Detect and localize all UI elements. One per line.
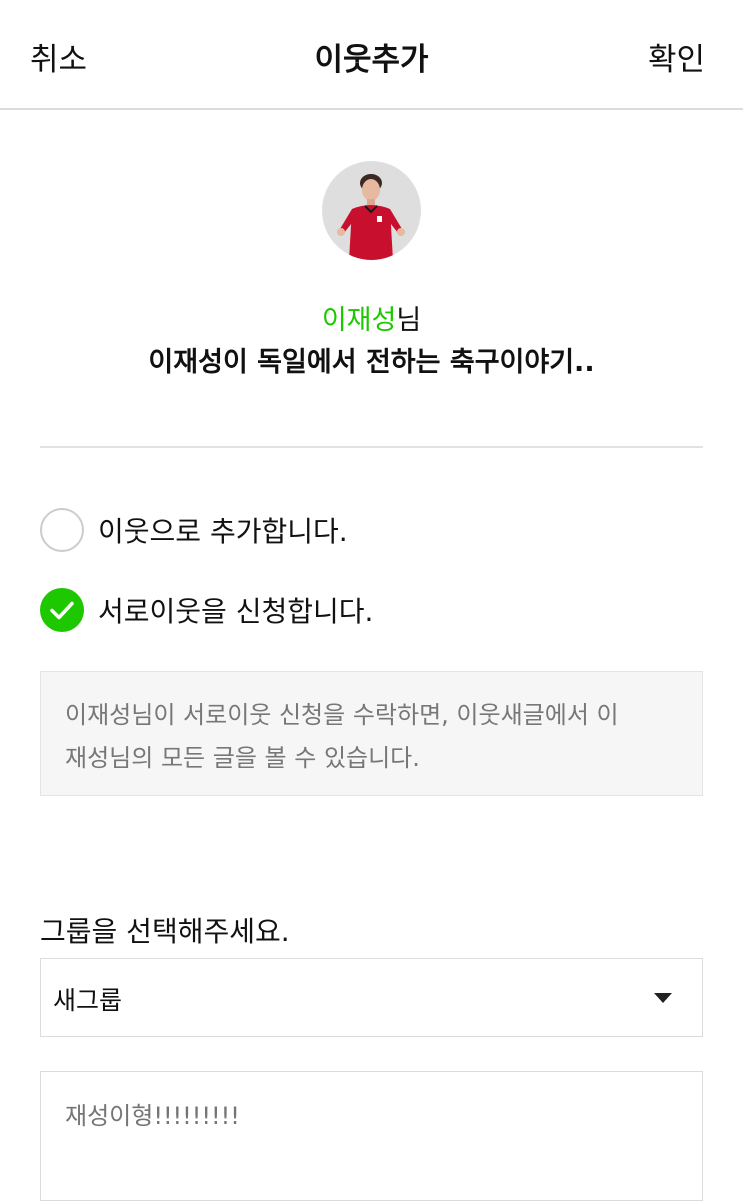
- blog-title: 이재성이 독일에서 전하는 축구이야기..: [148, 347, 595, 378]
- profile-photo: [322, 161, 421, 260]
- profile-name-value: 이재성: [321, 305, 397, 336]
- dropdown-arrow-icon: [654, 993, 672, 1003]
- option-mutual-neighbor[interactable]: 서로이웃을 신청합니다.: [40, 588, 700, 632]
- radio-unchecked[interactable]: [40, 508, 84, 552]
- group-select-value: 새그룹: [53, 986, 123, 1015]
- profile-name-suffix: 님: [396, 305, 422, 336]
- group-select[interactable]: 새그룹: [40, 958, 703, 1037]
- option-label: 서로이웃을 신청합니다.: [98, 595, 374, 628]
- check-icon: [50, 601, 74, 620]
- notice-line: 재성님의 모든 글을 볼 수 있습니다.: [65, 744, 420, 772]
- notice-box: 이재성님이 서로이웃 신청을 수락하면, 이웃새글에서 이 재성님의 모든 글을…: [40, 671, 703, 796]
- page-title: 이웃추가: [314, 42, 429, 78]
- message-input[interactable]: [40, 1071, 703, 1201]
- radio-checked[interactable]: [40, 588, 84, 632]
- option-add-neighbor[interactable]: 이웃으로 추가합니다.: [40, 508, 700, 552]
- profile-name: 이재성님: [0, 298, 743, 337]
- notice-line: 이재성님이 서로이웃 신청을 수락하면, 이웃새글에서 이: [65, 701, 619, 729]
- top-bar: 취소 이웃추가 확인: [0, 0, 743, 110]
- avatar: [322, 161, 421, 260]
- confirm-button[interactable]: 확인: [648, 34, 705, 79]
- option-label: 이웃으로 추가합니다.: [98, 515, 348, 548]
- divider: [40, 446, 703, 448]
- group-label: 그룹을 선택해주세요.: [40, 915, 290, 948]
